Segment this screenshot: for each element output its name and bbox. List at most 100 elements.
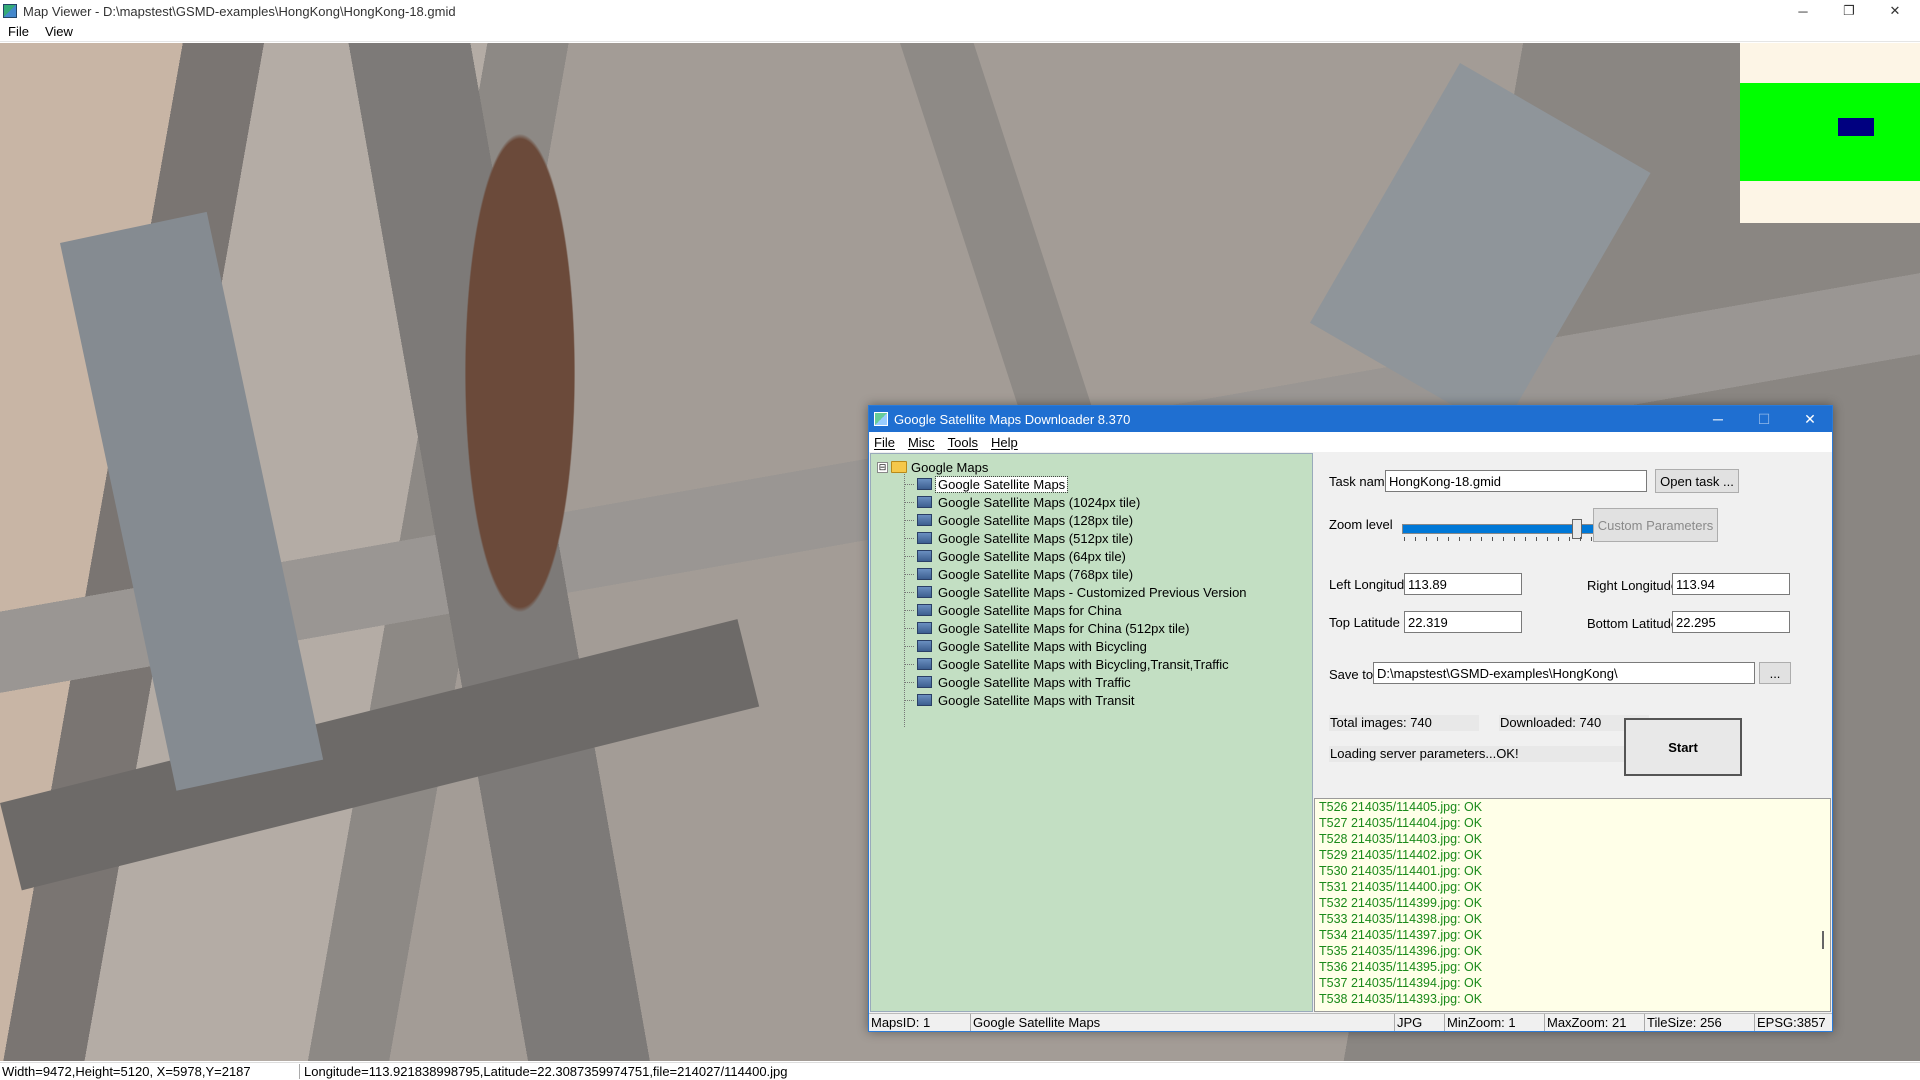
log-scrollbar[interactable] — [1822, 931, 1824, 949]
tree-item[interactable]: Google Satellite Maps (512px tile) — [904, 529, 1249, 547]
tree-item[interactable]: Google Satellite Maps for China — [904, 601, 1249, 619]
save-to-input[interactable] — [1373, 662, 1755, 684]
right-longitude-input[interactable] — [1672, 573, 1790, 595]
browse-folder-button[interactable]: ... — [1759, 662, 1791, 684]
map-viewer-app-icon — [3, 4, 17, 18]
map-type-tree[interactable]: ⊟ Google Maps Google Satellite Maps Googl… — [870, 453, 1313, 1012]
overview-viewport-marker[interactable] — [1838, 118, 1874, 136]
save-to-label: Save to — [1329, 667, 1374, 682]
tree-item[interactable]: Google Satellite Maps with Bicycling,Tra… — [904, 655, 1249, 673]
map-terminal-roof — [60, 211, 324, 791]
tree-root-google-maps[interactable]: ⊟ Google Maps — [877, 459, 988, 475]
restore-button[interactable]: ❐ — [1826, 0, 1872, 22]
dialog-menu-tools[interactable]: Tools — [943, 435, 986, 450]
log-line: T527 214035/114404.jpg: OK — [1319, 816, 1483, 830]
downloader-dialog: Google Satellite Maps Downloader 8.370 ─… — [868, 405, 1833, 1032]
dialog-minimize-button[interactable]: ─ — [1695, 406, 1741, 432]
tree-branch-line — [904, 519, 914, 521]
menu-view[interactable]: View — [37, 24, 81, 39]
dialog-close-button[interactable]: ✕ — [1787, 406, 1833, 432]
tree-branch-line — [904, 573, 914, 575]
left-longitude-input[interactable] — [1404, 573, 1522, 595]
tree-branch-line — [904, 681, 914, 683]
close-button[interactable]: ✕ — [1872, 0, 1918, 22]
dialog-menu-file[interactable]: File — [869, 435, 903, 450]
tree-item[interactable]: Google Satellite Maps with Bicycling — [904, 637, 1249, 655]
map-terminal-roof-right — [1310, 63, 1651, 433]
left-longitude-label: Left Longitude — [1329, 577, 1412, 592]
map-layer-icon — [917, 550, 932, 562]
tree-item-label: Google Satellite Maps for China (512px t… — [938, 620, 1190, 636]
zoom-level-slider[interactable] — [1402, 519, 1602, 541]
map-layer-icon — [917, 640, 932, 652]
map-layer-icon — [917, 568, 932, 580]
status-maps-id: MapsID: 1 — [869, 1014, 971, 1031]
map-layer-icon — [917, 496, 932, 508]
log-line: T538 214035/114393.jpg: OK — [1319, 992, 1483, 1006]
menu-file[interactable]: File — [0, 24, 37, 39]
custom-parameters-button[interactable]: Custom Parameters — [1593, 508, 1718, 542]
open-task-button[interactable]: Open task ... — [1655, 469, 1739, 493]
bottom-latitude-input[interactable] — [1672, 611, 1790, 633]
tree-branch-line — [904, 591, 914, 593]
task-name-input[interactable] — [1385, 470, 1647, 492]
log-line: T534 214035/114397.jpg: OK — [1319, 928, 1483, 942]
minimize-button[interactable]: ─ — [1780, 0, 1826, 22]
window-titlebar: Map Viewer - D:\mapstest\GSMD-examples\H… — [0, 0, 1920, 22]
tree-branch-line — [904, 609, 914, 611]
tree-item[interactable]: Google Satellite Maps - Customized Previ… — [904, 583, 1249, 601]
status-coord-info: Longitude=113.921838998795,Latitude=22.3… — [304, 1064, 788, 1079]
dialog-titlebar: Google Satellite Maps Downloader 8.370 ─… — [869, 406, 1832, 432]
dialog-statusbar: MapsID: 1 Google Satellite Maps JPG MinZ… — [869, 1013, 1832, 1031]
start-button[interactable]: Start — [1624, 718, 1742, 776]
log-line: T526 214035/114405.jpg: OK — [1319, 800, 1483, 814]
tree-item-label: Google Satellite Maps (64px tile) — [938, 548, 1126, 564]
top-latitude-input[interactable] — [1404, 611, 1522, 633]
overview-minimap[interactable] — [1740, 43, 1920, 223]
tree-item[interactable]: Google Satellite Maps (64px tile) — [904, 547, 1249, 565]
tree-item[interactable]: Google Satellite Maps (128px tile) — [904, 511, 1249, 529]
tree-item-label: Google Satellite Maps (512px tile) — [938, 530, 1134, 546]
log-line: T529 214035/114402.jpg: OK — [1319, 848, 1483, 862]
total-images-readout: Total images: 740 — [1329, 715, 1479, 731]
tree-branch-line — [904, 501, 914, 503]
status-epsg: EPSG:3857 — [1757, 1015, 1826, 1030]
status-min-zoom: MinZoom: 1 — [1445, 1014, 1545, 1031]
tree-items: Google Satellite Maps Google Satellite Ma… — [904, 475, 1249, 709]
tree-item[interactable]: Google Satellite Maps (1024px tile) — [904, 493, 1249, 511]
tree-item-label: Google Satellite Maps with Bicycling,Tra… — [938, 656, 1229, 672]
map-layer-icon — [917, 676, 932, 688]
log-line: T537 214035/114394.jpg: OK — [1319, 976, 1483, 990]
zoom-slider-ticks — [1404, 537, 1600, 541]
main-statusbar: Width=9472,Height=5120, X=5978,Y=2187 Lo… — [0, 1062, 1920, 1080]
dialog-menu-misc[interactable]: Misc — [903, 435, 943, 450]
zoom-slider-thumb[interactable] — [1572, 519, 1582, 539]
main-menubar: File View — [0, 22, 1920, 42]
status-format: JPG — [1395, 1014, 1445, 1031]
bottom-latitude-label: Bottom Latitude — [1587, 616, 1679, 631]
status-size-info: Width=9472,Height=5120, X=5978,Y=2187 — [0, 1064, 300, 1079]
map-layer-icon — [917, 532, 932, 544]
tree-item[interactable]: Google Satellite Maps (768px tile) — [904, 565, 1249, 583]
log-line: T536 214035/114395.jpg: OK — [1319, 960, 1483, 974]
tree-item[interactable]: Google Satellite Maps with Traffic — [904, 673, 1249, 691]
tree-item-label: Google Satellite Maps (128px tile) — [938, 512, 1134, 528]
dialog-menu-help[interactable]: Help — [986, 435, 1026, 450]
tree-item[interactable]: Google Satellite Maps for China (512px t… — [904, 619, 1249, 637]
map-layer-icon — [917, 478, 932, 490]
log-line: T532 214035/114399.jpg: OK — [1319, 896, 1483, 910]
status-tile-size: TileSize: 256 — [1645, 1014, 1755, 1031]
tree-branch-line — [904, 483, 914, 485]
tree-branch-line — [904, 627, 914, 629]
map-layer-icon — [917, 514, 932, 526]
tree-branch-line — [904, 699, 914, 701]
tree-item-label: Google Satellite Maps — [934, 475, 1069, 493]
download-log[interactable]: T526 214035/114405.jpg: OK T527 214035/11… — [1314, 798, 1831, 1012]
tree-item[interactable]: Google Satellite Maps with Transit — [904, 691, 1249, 709]
tree-item-label: Google Satellite Maps (768px tile) — [938, 566, 1134, 582]
collapse-icon[interactable]: ⊟ — [877, 461, 888, 473]
tree-branch-line — [904, 663, 914, 665]
tree-item[interactable]: Google Satellite Maps — [904, 475, 1249, 493]
tree-branch-line — [904, 555, 914, 557]
log-lines: T526 214035/114405.jpg: OK T527 214035/11… — [1315, 799, 1830, 1006]
